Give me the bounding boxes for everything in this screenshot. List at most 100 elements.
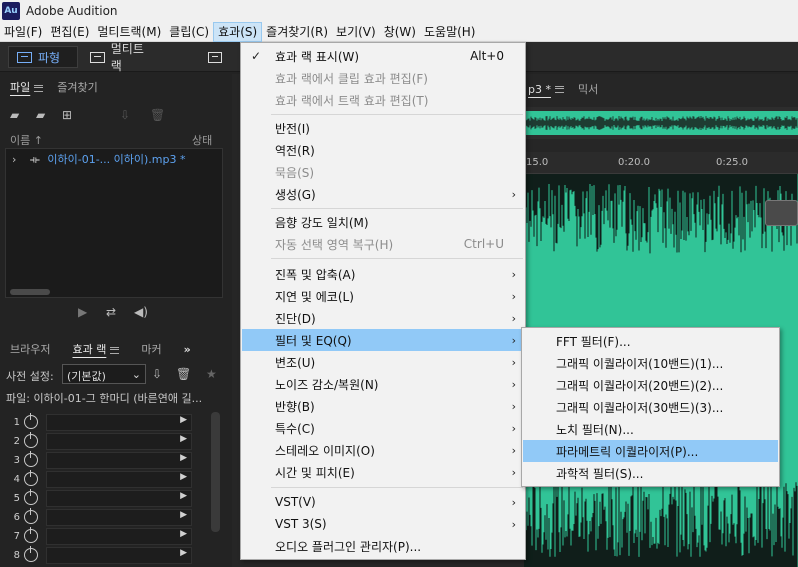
menu-item-vst[interactable]: VST(V) › [242,491,524,513]
column-status[interactable]: 상태 [192,132,212,148]
slot-menu-arrow-icon[interactable]: ▶ [180,529,187,539]
column-name[interactable]: 이름 ↑ [10,132,43,148]
slot-menu-arrow-icon[interactable]: ▶ [180,548,187,558]
slot-menu-arrow-icon[interactable]: ▶ [180,434,187,444]
menu-clip[interactable]: 클립(C) [165,22,213,42]
menu-item-silence[interactable]: 묵음(S) [242,161,524,183]
new-file-icon[interactable]: ⊞ [62,108,72,122]
menu-view[interactable]: 보기(V) [332,22,380,42]
menu-item-stereo-imagery[interactable]: 스테레오 이미지(O) › [242,439,524,461]
preset-select[interactable]: (기본값) ⌄ [62,364,146,384]
menu-item-amplitude-compression[interactable]: 진폭 및 압축(A) › [242,263,524,285]
power-icon[interactable] [24,413,38,429]
menu-item-notch-filter[interactable]: 노치 필터(N)... [523,418,778,440]
menu-item-graphic-eq-10[interactable]: 그래픽 이퀄라이저(10밴드)(1)... [523,352,778,374]
panel-menu-icon[interactable] [554,86,564,93]
tab-files[interactable]: 파일 [10,79,44,95]
delete-icon[interactable]: 🗑 [150,108,165,122]
power-icon[interactable] [24,470,38,486]
tab-browser[interactable]: 브라우저 [10,341,50,357]
overview-waveform[interactable] [524,107,798,139]
menu-help[interactable]: 도움말(H) [420,22,480,42]
menu-item-diagnostics[interactable]: 진단(D) › [242,307,524,329]
play-icon[interactable]: ▶ [78,305,87,319]
power-icon[interactable] [24,527,38,543]
tab-markers[interactable]: 마커 [141,341,161,357]
insert-icon[interactable]: ⇩ [120,108,130,122]
slot-menu-arrow-icon[interactable]: ▶ [180,453,187,463]
menu-item-match-loudness[interactable]: 음향 강도 일치(M) [242,211,524,233]
slot-menu-arrow-icon[interactable]: ▶ [180,472,187,482]
ruler-label: 0:25.0 [716,157,748,168]
time-ruler[interactable]: 15.0 0:20.0 0:25.0 [524,152,798,174]
menu-item-invert[interactable]: 반전(I) [242,117,524,139]
effect-slot-1[interactable]: 1 ▶ [8,413,212,431]
menu-item-edit-track-effects[interactable]: 효과 랙에서 트랙 효과 편집(T) [242,89,524,111]
menu-window[interactable]: 창(W) [380,22,420,42]
waveform-view-button[interactable]: 파형 [8,46,78,68]
spectral-view-button[interactable] [200,46,230,68]
slot-menu-arrow-icon[interactable]: ▶ [180,510,187,520]
menu-item-filter-eq[interactable]: 필터 및 EQ(Q) › [242,329,524,351]
effect-slot-7[interactable]: 7 ▶ [8,527,212,545]
tab-editor-file[interactable]: p3 * [528,83,564,96]
panel-menu-icon[interactable] [34,84,44,92]
submenu-arrow-icon: › [511,443,516,457]
loop-icon[interactable]: ⇄ [106,305,116,319]
menu-item-graphic-eq-20[interactable]: 그래픽 이퀄라이저(20밴드)(2)... [523,374,778,396]
menu-item-reverb[interactable]: 반향(B) › [242,395,524,417]
menu-item-fft-filter[interactable]: FFT 필터(F)... [523,330,778,352]
level-hud-icon[interactable] [765,200,798,226]
menu-item-special[interactable]: 특수(C) › [242,417,524,439]
effect-slot-4[interactable]: 4 ▶ [8,470,212,488]
power-icon[interactable] [24,489,38,505]
menu-item-scientific-filter[interactable]: 과학적 필터(S)... [523,462,778,484]
tab-mixer[interactable]: 믹서 [578,81,598,97]
effect-slot-2[interactable]: 2 ▶ [8,432,212,450]
power-icon[interactable] [24,451,38,467]
menu-item-parametric-eq[interactable]: 파라메트릭 이퀄라이저(P)... [523,440,778,462]
menu-item-vst3[interactable]: VST 3(S) › [242,513,524,535]
menu-item-reverse[interactable]: 역전(R) [242,139,524,161]
favorite-star-icon[interactable]: ★ [206,367,217,381]
open-folder-icon[interactable]: ▰ [10,108,19,122]
rack-scrollbar[interactable] [211,412,220,532]
menu-effects[interactable]: 효과(S) [213,21,263,42]
menu-edit[interactable]: 편집(E) [46,22,93,42]
menu-file[interactable]: 파일(F) [0,22,46,42]
more-panels-icon[interactable]: » [184,343,191,356]
menu-item-graphic-eq-30[interactable]: 그래픽 이퀄라이저(30밴드)(3)... [523,396,778,418]
panel-menu-icon[interactable] [110,346,120,354]
menu-item-show-effects-rack[interactable]: ✓ 효과 랙 표시(W) Alt+0 [242,45,524,67]
slot-menu-arrow-icon[interactable]: ▶ [180,415,187,425]
delete-preset-icon[interactable]: 🗑 [176,367,191,381]
expand-chevron-icon[interactable]: › [12,153,16,166]
menu-item-noise-reduction[interactable]: 노이즈 감소/복원(N) › [242,373,524,395]
tab-effects-rack[interactable]: 효과 랙 [72,341,120,357]
slot-menu-arrow-icon[interactable]: ▶ [180,491,187,501]
menu-item-auto-heal[interactable]: 자동 선택 영역 복구(H) Ctrl+U [242,233,524,255]
file-item[interactable]: › ⟛ 이하이-01-... 이하이).mp3 * [12,151,186,167]
multitrack-view-button[interactable]: 멀티트랙 [82,42,162,73]
autoplay-icon[interactable]: ◀) [134,305,148,319]
effect-slot-5[interactable]: 5 ▶ [8,489,212,507]
effect-slot-3[interactable]: 3 ▶ [8,451,212,469]
menu-item-modulation[interactable]: 변조(U) › [242,351,524,373]
menu-item-plugin-manager[interactable]: 오디오 플러그인 관리자(P)... [242,535,524,557]
menu-item-time-pitch[interactable]: 시간 및 피치(E) › [242,461,524,483]
menu-multitrack[interactable]: 멀티트랙(M) [93,22,165,42]
horizontal-scrollbar[interactable] [10,289,50,295]
menu-item-delay-echo[interactable]: 지연 및 에코(L) › [242,285,524,307]
menu-item-edit-clip-effects[interactable]: 효과 랙에서 클립 효과 편집(F) [242,67,524,89]
menu-item-generate[interactable]: 생성(G) › [242,183,524,205]
power-icon[interactable] [24,508,38,524]
submenu-arrow-icon: › [511,495,516,509]
tab-favorites[interactable]: 즐겨찾기 [57,79,97,95]
menu-favorites[interactable]: 즐겨찾기(R) [262,22,332,42]
save-preset-icon[interactable]: ⇩ [152,367,162,381]
effect-slot-6[interactable]: 6 ▶ [8,508,212,526]
power-icon[interactable] [24,432,38,448]
effect-slot-8[interactable]: 8 ▶ [8,546,212,564]
import-icon[interactable]: ▰ [36,108,45,122]
power-icon[interactable] [24,546,38,562]
